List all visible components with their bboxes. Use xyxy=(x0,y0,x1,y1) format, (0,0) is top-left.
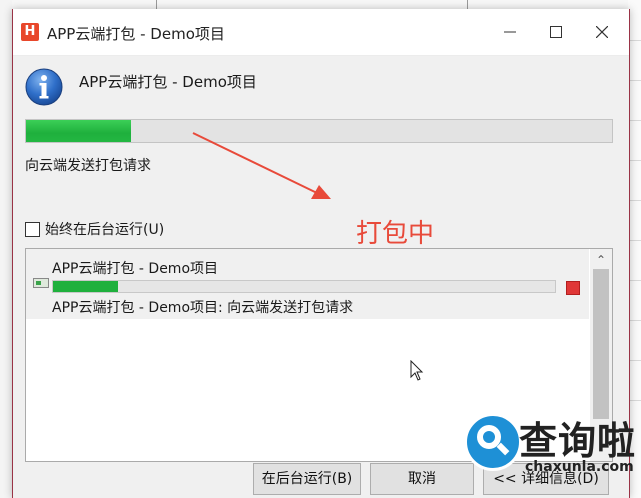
title-bar[interactable]: H APP云端打包 - Demo项目 xyxy=(13,9,629,56)
task-progress-fill xyxy=(53,281,119,292)
task-detail: APP云端打包 - Demo项目: 向云端发送打包请求 xyxy=(52,300,354,316)
maximize-icon xyxy=(550,26,562,38)
maximize-button[interactable] xyxy=(533,17,579,47)
mouse-cursor-icon xyxy=(410,360,424,381)
dialog-heading: APP云端打包 - Demo项目 xyxy=(79,73,257,91)
close-button[interactable] xyxy=(579,17,625,47)
cancel-button[interactable]: 取消 xyxy=(370,463,474,495)
hbuilder-app-icon: H xyxy=(21,23,39,41)
always-run-background-checkbox[interactable] xyxy=(25,221,40,237)
close-icon xyxy=(595,25,609,39)
always-run-background-label: 始终在后台运行(U) xyxy=(45,222,165,238)
scrollbar-thumb[interactable] xyxy=(593,269,609,419)
task-progress-bar xyxy=(52,280,556,293)
minimize-icon xyxy=(504,31,516,33)
scroll-up-icon[interactable]: ⌃ xyxy=(590,251,612,269)
minimize-button[interactable] xyxy=(487,17,533,47)
always-run-background-option[interactable]: 始终在后台运行(U) xyxy=(25,219,164,239)
task-name: APP云端打包 - Demo项目 xyxy=(52,261,219,277)
status-message: 向云端发送打包请求 xyxy=(25,158,151,174)
watermark: 查询啦 chaxunla.com xyxy=(461,410,641,498)
watermark-url: chaxunla.com xyxy=(525,459,634,475)
run-in-background-button[interactable]: 在后台运行(B) xyxy=(253,463,361,495)
watermark-brand: 查询啦 xyxy=(519,419,637,463)
overall-progress-fill xyxy=(26,120,132,142)
task-type-icon xyxy=(33,278,49,288)
annotation-label: 打包中 xyxy=(356,219,435,249)
overall-progress-bar xyxy=(25,119,613,143)
window-title: APP云端打包 - Demo项目 xyxy=(47,25,225,43)
info-icon xyxy=(25,68,63,106)
magnifier-logo-icon xyxy=(464,413,522,471)
stop-task-icon[interactable] xyxy=(566,281,580,295)
task-list-item[interactable]: APP云端打包 - Demo项目 APP云端打包 - Demo项目: 向云端发送… xyxy=(26,249,589,319)
